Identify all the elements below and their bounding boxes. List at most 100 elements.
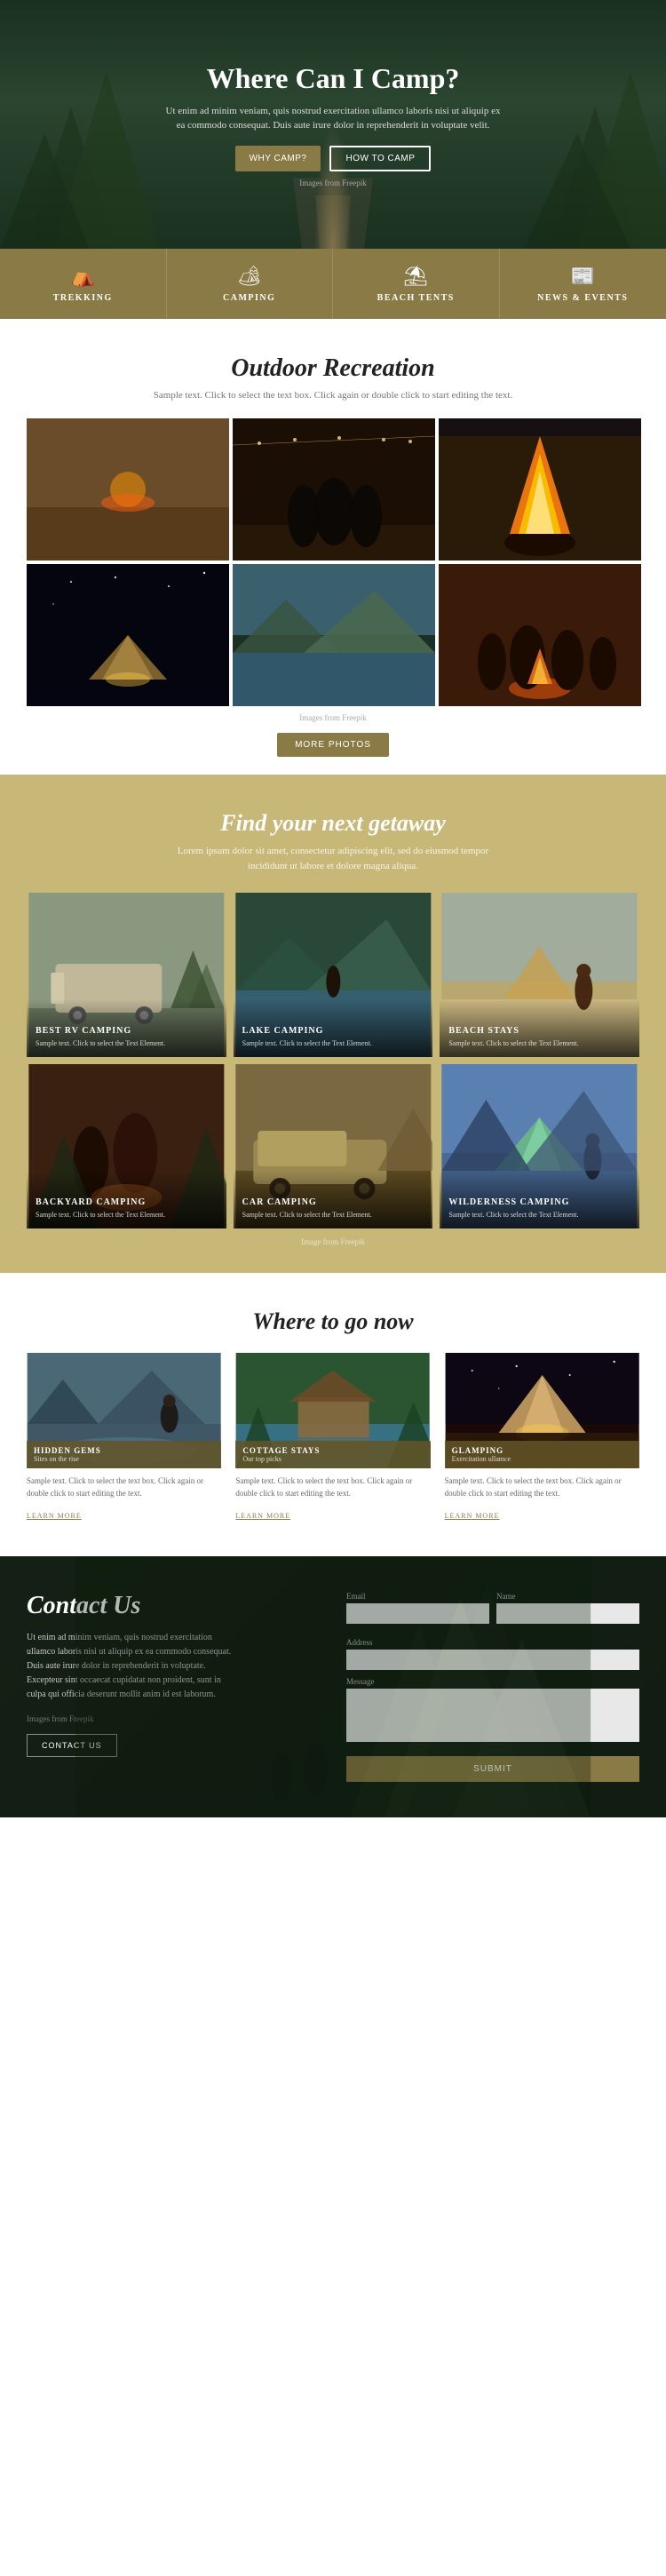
contact-right: Email Name Address Message SUBMIT bbox=[346, 1592, 639, 1782]
where-body-text-glamping: Sample text. Click to select the text bo… bbox=[445, 1475, 639, 1499]
icon-nav: ⛺ TREKKING 🏕 CAMPING ⛱ BEACH TENTS 📰 NEW… bbox=[0, 249, 666, 319]
message-label: Message bbox=[346, 1677, 639, 1686]
where-caption-title-cottage: COTTAGE STAYS bbox=[242, 1446, 423, 1455]
hero-description: Ut enim ad minim veniam, quis nostrud ex… bbox=[164, 104, 502, 133]
getaway-grid: BEST RV CAMPING Sample text. Click to se… bbox=[27, 893, 639, 1228]
where-learn-hidden-gems[interactable]: LEARN MORE bbox=[27, 1512, 82, 1520]
card-title-car: CAR CAMPING bbox=[242, 1197, 424, 1207]
where-img-glamping[interactable]: GLAMPING Exercitation ullamce bbox=[445, 1353, 639, 1468]
contact-credit: Images from Freepik bbox=[27, 1714, 320, 1723]
where-caption-glamping: GLAMPING Exercitation ullamce bbox=[445, 1441, 639, 1468]
card-overlay-backyard: BACKYARD CAMPING Sample text. Click to s… bbox=[27, 1171, 226, 1228]
outdoor-photo-6[interactable] bbox=[439, 564, 641, 706]
getaway-credit: Image from Freepik bbox=[27, 1237, 639, 1246]
contact-button[interactable]: CONTACT US bbox=[27, 1734, 117, 1757]
outdoor-credit: Images from Freepik bbox=[27, 713, 639, 722]
nav-item-camping[interactable]: 🏕 CAMPING bbox=[167, 249, 334, 319]
how-to-camp-button[interactable]: HOW TO CAMP bbox=[329, 146, 431, 171]
getaway-card-lake[interactable]: LAKE CAMPING Sample text. Click to selec… bbox=[234, 893, 433, 1057]
getaway-card-backyard[interactable]: BACKYARD CAMPING Sample text. Click to s… bbox=[27, 1064, 226, 1228]
outdoor-description: Sample text. Click to select the text bo… bbox=[147, 390, 519, 401]
card-title-lake: LAKE CAMPING bbox=[242, 1026, 424, 1036]
card-overlay-rv: BEST RV CAMPING Sample text. Click to se… bbox=[27, 999, 226, 1057]
outdoor-section: Outdoor Recreation Sample text. Click to… bbox=[0, 319, 666, 775]
where-body-glamping: Sample text. Click to select the text bo… bbox=[445, 1468, 639, 1530]
card-title-rv: BEST RV CAMPING bbox=[36, 1026, 218, 1036]
form-row-email-name: Email Name bbox=[346, 1592, 639, 1631]
getaway-card-rv[interactable]: BEST RV CAMPING Sample text. Click to se… bbox=[27, 893, 226, 1057]
outdoor-photo-3[interactable] bbox=[439, 418, 641, 561]
hero-credit: Images from Freepik bbox=[164, 179, 502, 187]
where-learn-glamping[interactable]: LEARN MORE bbox=[445, 1512, 500, 1520]
getaway-description: Lorem ipsum dolor sit amet, consectetur … bbox=[173, 844, 493, 873]
nav-label-news-events: NEWS & EVENTS bbox=[537, 293, 628, 303]
getaway-card-car[interactable]: CAR CAMPING Sample text. Click to select… bbox=[234, 1064, 433, 1228]
hero-title: Where Can I Camp? bbox=[164, 62, 502, 95]
where-caption-sub-glamping: Exercitation ullamce bbox=[452, 1455, 632, 1463]
email-input[interactable] bbox=[346, 1603, 489, 1624]
contact-description: Ut enim ad minim veniam, quis nostrud ex… bbox=[27, 1631, 240, 1702]
card-text-backyard: Sample text. Click to select the Text El… bbox=[36, 1211, 218, 1220]
card-text-lake: Sample text. Click to select the Text El… bbox=[242, 1039, 424, 1048]
form-group-email: Email bbox=[346, 1592, 489, 1624]
form-group-address: Address bbox=[346, 1638, 639, 1670]
getaway-title: Find your next getaway bbox=[27, 810, 639, 837]
where-body-cottage: Sample text. Click to select the text bo… bbox=[235, 1468, 430, 1530]
contact-section: Contact Us Ut enim ad minim veniam, quis… bbox=[0, 1556, 666, 1817]
name-input[interactable] bbox=[496, 1603, 639, 1624]
where-learn-cottage[interactable]: LEARN MORE bbox=[235, 1512, 290, 1520]
where-img-cottage[interactable]: COTTAGE STAYS Our top picks bbox=[235, 1353, 430, 1468]
card-title-wilderness: WILDERNESS CAMPING bbox=[448, 1197, 630, 1207]
submit-button[interactable]: SUBMIT bbox=[346, 1756, 639, 1782]
card-overlay-car: CAR CAMPING Sample text. Click to select… bbox=[234, 1171, 433, 1228]
hero-buttons: WHY CAMP? HOW TO CAMP bbox=[164, 146, 502, 171]
where-caption-hidden-gems: HIDDEN GEMS Sites on the rise bbox=[27, 1441, 221, 1468]
news-events-icon: 📰 bbox=[571, 265, 595, 288]
where-card-glamping: GLAMPING Exercitation ullamce Sample tex… bbox=[445, 1353, 639, 1530]
outdoor-photo-grid bbox=[27, 418, 639, 706]
card-text-car: Sample text. Click to select the Text El… bbox=[242, 1211, 424, 1220]
outdoor-title: Outdoor Recreation bbox=[27, 354, 639, 383]
getaway-card-wilderness[interactable]: WILDERNESS CAMPING Sample text. Click to… bbox=[440, 1064, 639, 1228]
nav-item-trekking[interactable]: ⛺ TREKKING bbox=[0, 249, 167, 319]
hero-content: Where Can I Camp? Ut enim ad minim venia… bbox=[164, 62, 502, 187]
message-textarea[interactable] bbox=[346, 1689, 639, 1742]
contact-form: Email Name Address Message SUBMIT bbox=[346, 1592, 639, 1782]
nav-item-beach-tents[interactable]: ⛱ BEACH TENTS bbox=[333, 249, 500, 319]
where-caption-sub-cottage: Our top picks bbox=[242, 1455, 423, 1463]
trekking-icon: ⛺ bbox=[71, 265, 95, 288]
contact-layout: Contact Us Ut enim ad minim veniam, quis… bbox=[27, 1592, 639, 1782]
where-card-hidden-gems: HIDDEN GEMS Sites on the rise Sample tex… bbox=[27, 1353, 221, 1530]
where-caption-sub-hidden-gems: Sites on the rise bbox=[34, 1455, 214, 1463]
nav-label-camping: CAMPING bbox=[223, 293, 275, 303]
why-camp-button[interactable]: WHY CAMP? bbox=[235, 146, 321, 171]
getaway-section: Find your next getaway Lorem ipsum dolor… bbox=[0, 775, 666, 1273]
outdoor-photo-2[interactable] bbox=[233, 418, 435, 561]
where-section: Where to go now HIDDEN GEMS Sites bbox=[0, 1273, 666, 1556]
contact-left: Contact Us Ut enim ad minim veniam, quis… bbox=[27, 1592, 320, 1782]
address-label: Address bbox=[346, 1638, 639, 1647]
hero-section: Where Can I Camp? Ut enim ad minim venia… bbox=[0, 0, 666, 249]
card-overlay-wilderness: WILDERNESS CAMPING Sample text. Click to… bbox=[440, 1171, 639, 1228]
outdoor-photo-5[interactable] bbox=[233, 564, 435, 706]
form-group-name: Name bbox=[496, 1592, 639, 1624]
where-body-text-cottage: Sample text. Click to select the text bo… bbox=[235, 1475, 430, 1499]
outdoor-photo-4[interactable] bbox=[27, 564, 229, 706]
name-label: Name bbox=[496, 1592, 639, 1601]
getaway-card-beach[interactable]: BEACH STAYS Sample text. Click to select… bbox=[440, 893, 639, 1057]
where-card-cottage: COTTAGE STAYS Our top picks Sample text.… bbox=[235, 1353, 430, 1530]
where-title: Where to go now bbox=[27, 1308, 639, 1335]
form-group-message: Message bbox=[346, 1677, 639, 1742]
address-input[interactable] bbox=[346, 1650, 639, 1670]
nav-item-news-events[interactable]: 📰 NEWS & EVENTS bbox=[500, 249, 666, 319]
beach-tents-icon: ⛱ bbox=[403, 265, 428, 288]
camping-icon: 🏕 bbox=[237, 265, 262, 288]
where-img-hidden-gems[interactable]: HIDDEN GEMS Sites on the rise bbox=[27, 1353, 221, 1468]
card-text-rv: Sample text. Click to select the Text El… bbox=[36, 1039, 218, 1048]
outdoor-photo-1[interactable] bbox=[27, 418, 229, 561]
more-photos-button[interactable]: MORE PHOTOS bbox=[277, 733, 389, 757]
where-body-hidden-gems: Sample text. Click to select the text bo… bbox=[27, 1468, 221, 1530]
where-caption-cottage: COTTAGE STAYS Our top picks bbox=[235, 1441, 430, 1468]
email-label: Email bbox=[346, 1592, 489, 1601]
card-overlay-beach: BEACH STAYS Sample text. Click to select… bbox=[440, 999, 639, 1057]
